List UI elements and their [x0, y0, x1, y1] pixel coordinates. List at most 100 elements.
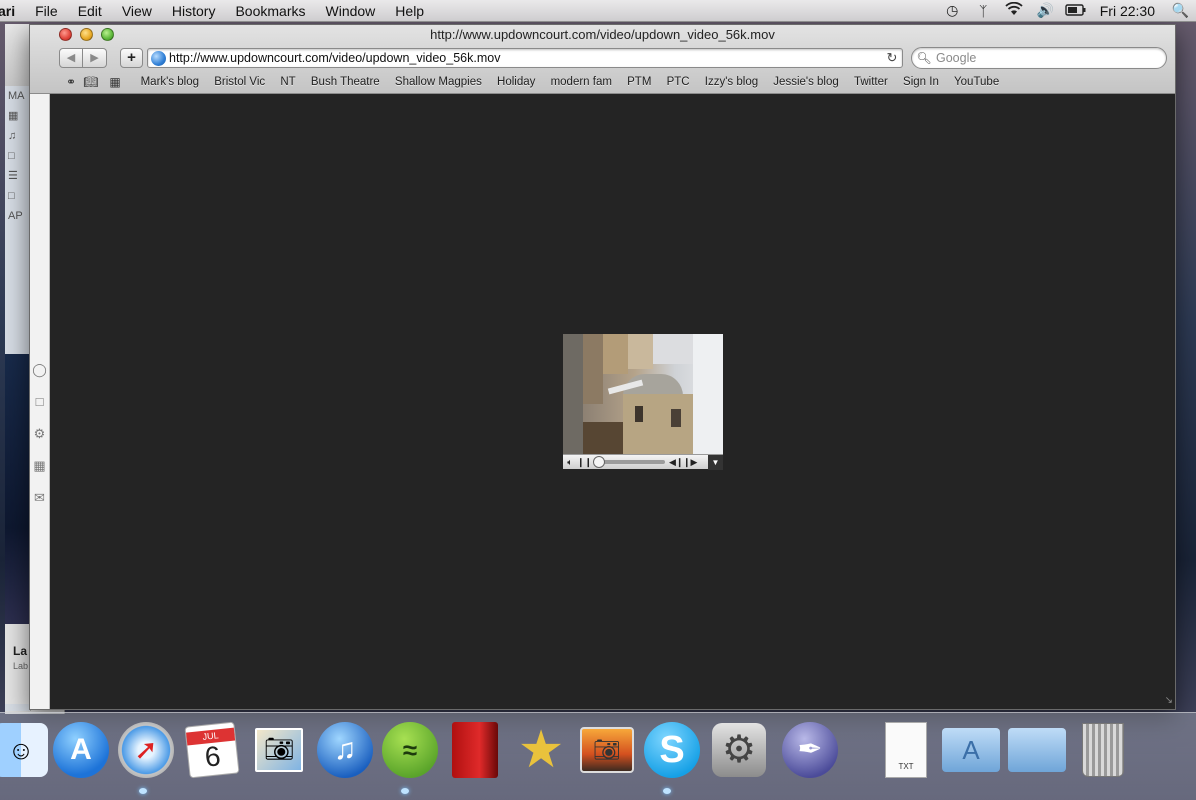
sidebar-item[interactable]: ▦ [5, 106, 30, 126]
bookmark-bush-theatre[interactable]: Bush Theatre [303, 76, 387, 88]
dock-ibooks[interactable]: ✒ [781, 719, 839, 781]
bookmark-izzys-blog[interactable]: Izzy's blog [697, 76, 766, 88]
bookmark-marks-blog[interactable]: Mark's blog [133, 76, 207, 88]
time-machine-icon[interactable]: ◷ [937, 2, 968, 19]
bookmark-shallow-magpies[interactable]: Shallow Magpies [387, 76, 489, 88]
bookmarks-bar: ⚭ 📖︎ ▦ Mark's blog Bristol Vic NT Bush T… [30, 72, 1175, 92]
bookmark-ptm[interactable]: PTM [620, 76, 659, 88]
bookmark-holiday[interactable]: Holiday [489, 76, 543, 88]
dock-applications-folder[interactable]: A [942, 719, 1000, 781]
step-forward-icon[interactable]: ❙▶ [683, 457, 697, 468]
dock-skype[interactable]: S [643, 719, 701, 781]
dock-calendar[interactable]: JUL 6 [183, 719, 241, 781]
sidebar-item[interactable]: ♫ [5, 126, 30, 146]
search-field[interactable]: 🔍︎ [911, 47, 1167, 69]
dock-iphoto[interactable]: 📷︎ [250, 719, 308, 781]
browser-toolbar: http://www.updowncourt.com/video/updown_… [30, 25, 1175, 94]
menu-window[interactable]: Window [316, 0, 386, 22]
dock-spotify[interactable]: ≈ [381, 719, 439, 781]
forward-button[interactable]: ▶ [83, 48, 107, 68]
bookmark-jessies-blog[interactable]: Jessie's blog [766, 76, 847, 88]
reload-icon[interactable]: ↻ [882, 50, 902, 66]
clock[interactable]: Fri 22:30 [1092, 3, 1165, 19]
menu-history[interactable]: History [162, 0, 226, 22]
bluetooth-icon[interactable]: ᛉ [968, 3, 999, 19]
search-input[interactable] [936, 51, 1156, 65]
plus-icon: + [127, 49, 136, 66]
quicktime-video-player[interactable]: 🔈︎ ❙❙ ◀❙ ❙▶ ▼ [563, 334, 723, 470]
battery-icon[interactable] [1061, 3, 1092, 19]
photo-booth-icon [452, 722, 498, 778]
menu-edit[interactable]: Edit [68, 0, 112, 22]
wifi-icon[interactable] [999, 1, 1030, 19]
itunes-icon: ♫ [317, 722, 373, 778]
dock-documents-folder[interactable] [1008, 719, 1066, 781]
menu-bookmarks[interactable]: Bookmarks [225, 0, 315, 22]
bookmark-ptc[interactable]: PTC [659, 76, 697, 88]
window-title: http://www.updowncourt.com/video/updown_… [430, 27, 775, 42]
app-store-icon: A [53, 722, 109, 778]
search-icon[interactable]: 🔍︎ [912, 51, 936, 65]
calendar-icon: JUL 6 [184, 721, 240, 779]
top-sites-grid-icon[interactable]: ▦ [103, 75, 127, 89]
dock-app-store[interactable]: A [52, 719, 110, 781]
pause-icon[interactable]: ❙❙ [577, 457, 592, 468]
volume-icon[interactable]: 🔈︎ [563, 457, 577, 468]
options-menu-icon[interactable]: ▼ [708, 454, 723, 470]
globe-icon [151, 50, 166, 66]
dock-imovie[interactable]: ★ [512, 719, 570, 781]
finder-icon: ☺ [0, 723, 48, 777]
bookmark-modern-fam[interactable]: modern fam [543, 76, 620, 88]
menu-help[interactable]: Help [385, 0, 434, 22]
menu-file[interactable]: File [25, 0, 68, 22]
edge-icon[interactable]: ◯ [30, 354, 49, 386]
dock-photo-booth[interactable] [446, 719, 504, 781]
bookmark-youtube[interactable]: YouTube [946, 76, 1006, 88]
sidebar-item[interactable]: □ [5, 146, 30, 166]
edge-icon[interactable]: □ [30, 386, 49, 418]
folder-icon [1008, 728, 1066, 772]
spotlight-search-icon[interactable]: 🔍 [1165, 2, 1196, 19]
edge-icon[interactable]: ✉ [30, 482, 49, 514]
scrubber-thumb[interactable] [593, 456, 605, 468]
sidebar-section-header: AP [8, 210, 23, 222]
edge-icon[interactable]: ⚙ [30, 418, 49, 450]
menu-view[interactable]: View [112, 0, 162, 22]
step-back-icon[interactable]: ◀❙ [669, 457, 683, 468]
dock-system-preferences[interactable]: ⚙ [710, 719, 768, 781]
trash-icon [1082, 723, 1124, 777]
video-frame[interactable] [563, 334, 723, 454]
sidebar-header: MA [8, 90, 25, 102]
forward-arrow-icon: ▶ [90, 52, 99, 64]
menu-bar: ari File Edit View History Bookmarks Win… [0, 0, 1196, 22]
status-area: ◷ ᛉ 🔊 Fri 22:30 🔍 [937, 0, 1196, 22]
address-bar[interactable]: http://www.updowncourt.com/video/updown_… [147, 48, 903, 68]
add-bookmark-button[interactable]: + [120, 48, 143, 68]
bookmark-twitter[interactable]: Twitter [846, 76, 895, 88]
applications-folder-icon: A [942, 728, 1000, 772]
image-capture-icon: 📷︎ [580, 727, 634, 773]
bookmark-sign-in[interactable]: Sign In [895, 76, 946, 88]
back-button[interactable]: ◀ [59, 48, 83, 68]
reading-list-icon[interactable]: ⚭ [63, 75, 79, 89]
sidebar-item[interactable]: □ [5, 186, 30, 206]
book-icon[interactable]: 📖︎ [79, 75, 103, 89]
dock-itunes[interactable]: ♫ [316, 719, 374, 781]
dock-safari[interactable]: ➚ [117, 719, 175, 781]
txt-document-icon: TXT [885, 722, 927, 778]
dock-trash[interactable] [1074, 719, 1132, 781]
dock-finder[interactable]: ☺ [0, 719, 50, 781]
dock-image-capture[interactable]: 📷︎ [578, 719, 636, 781]
edge-icon[interactable]: ▦ [30, 450, 49, 482]
resize-grip-icon[interactable]: ↘ [1161, 695, 1173, 707]
sidebar-item[interactable]: ☰ [5, 166, 30, 186]
menu-app-name[interactable]: ari [0, 0, 25, 22]
pen-icon: ✒ [782, 722, 838, 778]
bookmark-nt[interactable]: NT [273, 76, 304, 88]
dock-txt-document[interactable]: TXT [877, 719, 935, 781]
scrubber-track[interactable] [593, 456, 665, 468]
calendar-day: 6 [203, 739, 222, 773]
volume-icon[interactable]: 🔊 [1030, 2, 1061, 19]
url-text[interactable]: http://www.updowncourt.com/video/updown_… [169, 51, 882, 65]
bookmark-bristol-vic[interactable]: Bristol Vic [207, 76, 273, 88]
